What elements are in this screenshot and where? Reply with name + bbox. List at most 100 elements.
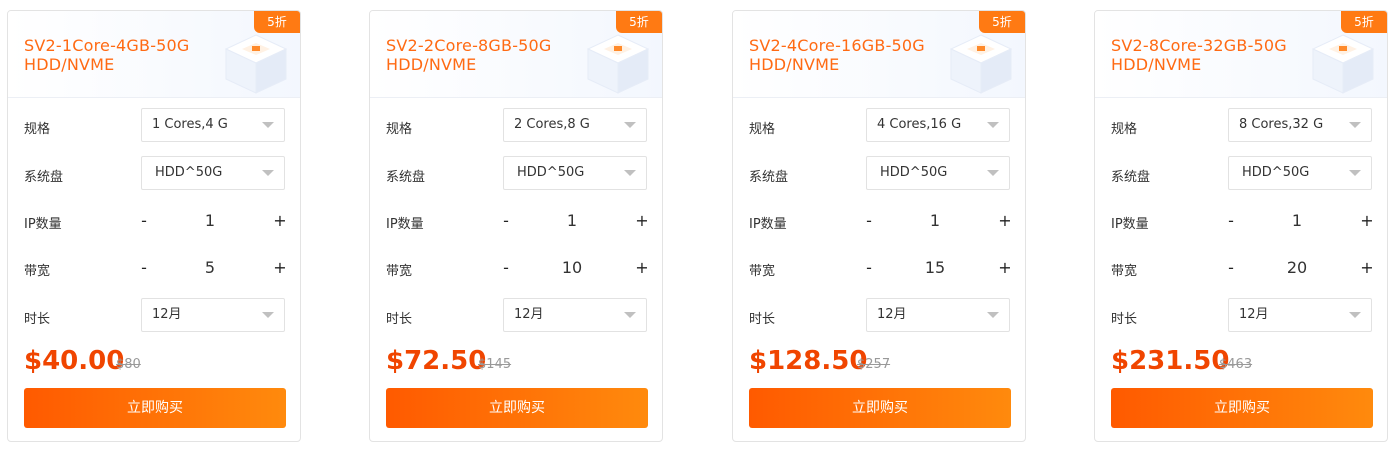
chevron-down-icon — [262, 312, 274, 318]
ip-quantity-value[interactable]: 1 — [180, 211, 240, 231]
bandwidth-increment-button[interactable]: + — [1357, 258, 1377, 278]
card-header: 5折 SV2-1Core-4GB-50G HDD/NVME — [8, 11, 300, 98]
product-title-line2: HDD/NVME — [24, 55, 115, 74]
disk-select[interactable]: HDD^50G — [866, 156, 1010, 190]
ip-increment-button[interactable]: + — [632, 211, 652, 231]
bandwidth-increment-button[interactable]: + — [270, 258, 290, 278]
bandwidth-decrement-button[interactable]: - — [496, 258, 516, 278]
card-header: 5折 SV2-2Core-8GB-50G HDD/NVME — [370, 11, 662, 98]
bandwidth-increment-button[interactable]: + — [995, 258, 1015, 278]
server-illustration-icon — [224, 34, 288, 94]
bandwidth-label: 带宽 — [1111, 264, 1138, 279]
ip-increment-button[interactable]: + — [1357, 211, 1377, 231]
spec-select-value: 2 Cores,8 G — [514, 117, 590, 132]
product-title: SV2-8Core-32GB-50G HDD/NVME — [1111, 36, 1331, 74]
product-title: SV2-2Core-8GB-50G HDD/NVME — [386, 36, 606, 74]
ip-label: IP数量 — [749, 217, 787, 232]
duration-select[interactable]: 12月 — [503, 298, 647, 332]
bandwidth-label: 带宽 — [749, 264, 776, 279]
buy-now-button[interactable]: 立即购买 — [749, 388, 1011, 428]
product-title-line2: HDD/NVME — [749, 55, 840, 74]
duration-select-value: 12月 — [1239, 307, 1269, 322]
spec-label: 规格 — [749, 122, 776, 137]
product-card: 5折 SV2-4Core-16GB-50G HDD/NVME 规格 4 Core… — [732, 10, 1026, 442]
product-title-line1: SV2-8Core-32GB-50G — [1111, 36, 1287, 55]
product-title-line2: HDD/NVME — [1111, 55, 1202, 74]
bandwidth-value[interactable]: 20 — [1267, 258, 1327, 278]
buy-now-button[interactable]: 立即购买 — [24, 388, 286, 428]
ip-quantity-value[interactable]: 1 — [542, 211, 602, 231]
product-card: 5折 SV2-1Core-4GB-50G HDD/NVME 规格 1 Cores… — [7, 10, 301, 442]
product-title-line1: SV2-1Core-4GB-50G — [24, 36, 190, 55]
disk-select[interactable]: HDD^50G — [1228, 156, 1372, 190]
spec-select-value: 8 Cores,32 G — [1239, 117, 1324, 132]
bandwidth-label: 带宽 — [386, 264, 413, 279]
ip-decrement-button[interactable]: - — [496, 211, 516, 231]
ip-increment-button[interactable]: + — [995, 211, 1015, 231]
original-price: $257 — [857, 357, 891, 372]
disk-select-value: HDD^50G — [880, 165, 948, 180]
spec-select[interactable]: 2 Cores,8 G — [503, 108, 647, 142]
duration-select[interactable]: 12月 — [1228, 298, 1372, 332]
buy-now-button[interactable]: 立即购买 — [386, 388, 648, 428]
disk-select-value: HDD^50G — [517, 165, 585, 180]
original-price: $145 — [478, 357, 512, 372]
duration-label: 时长 — [749, 312, 776, 327]
buy-now-button[interactable]: 立即购买 — [1111, 388, 1373, 428]
product-card: 5折 SV2-2Core-8GB-50G HDD/NVME 规格 2 Cores… — [369, 10, 663, 442]
duration-label: 时长 — [1111, 312, 1138, 327]
spec-select-value: 4 Cores,16 G — [877, 117, 962, 132]
bandwidth-value[interactable]: 15 — [905, 258, 965, 278]
current-price: $128.50 — [749, 346, 868, 376]
disk-select-value: HDD^50G — [155, 165, 223, 180]
ip-quantity-value[interactable]: 1 — [905, 211, 965, 231]
card-header: 5折 SV2-8Core-32GB-50G HDD/NVME — [1095, 11, 1387, 98]
disk-select[interactable]: HDD^50G — [503, 156, 647, 190]
disk-label: 系统盘 — [1111, 170, 1151, 185]
bandwidth-value[interactable]: 10 — [542, 258, 602, 278]
ip-increment-button[interactable]: + — [270, 211, 290, 231]
ip-decrement-button[interactable]: - — [134, 211, 154, 231]
product-title-line1: SV2-4Core-16GB-50G — [749, 36, 925, 55]
disk-label: 系统盘 — [386, 170, 426, 185]
chevron-down-icon — [262, 122, 274, 128]
disk-label: 系统盘 — [24, 170, 64, 185]
bandwidth-value[interactable]: 5 — [180, 258, 240, 278]
disk-select-value: HDD^50G — [1242, 165, 1310, 180]
original-price: $80 — [116, 357, 141, 372]
ip-label: IP数量 — [386, 217, 424, 232]
spec-select[interactable]: 4 Cores,16 G — [866, 108, 1010, 142]
spec-select[interactable]: 8 Cores,32 G — [1228, 108, 1372, 142]
spec-select-value: 1 Cores,4 G — [152, 117, 228, 132]
ip-quantity-value[interactable]: 1 — [1267, 211, 1327, 231]
disk-select[interactable]: HDD^50G — [141, 156, 285, 190]
current-price: $72.50 — [386, 346, 487, 376]
product-title-line1: SV2-2Core-8GB-50G — [386, 36, 552, 55]
card-header: 5折 SV2-4Core-16GB-50G HDD/NVME — [733, 11, 1025, 98]
chevron-down-icon — [1349, 312, 1361, 318]
ip-decrement-button[interactable]: - — [1221, 211, 1241, 231]
original-price: $463 — [1219, 357, 1253, 372]
spec-label: 规格 — [386, 122, 413, 137]
chevron-down-icon — [1349, 122, 1361, 128]
product-title-line2: HDD/NVME — [386, 55, 477, 74]
server-illustration-icon — [586, 34, 650, 94]
product-title: SV2-1Core-4GB-50G HDD/NVME — [24, 36, 244, 74]
chevron-down-icon — [987, 312, 999, 318]
bandwidth-label: 带宽 — [24, 264, 51, 279]
bandwidth-decrement-button[interactable]: - — [1221, 258, 1241, 278]
duration-select[interactable]: 12月 — [866, 298, 1010, 332]
chevron-down-icon — [1349, 170, 1361, 176]
duration-select-value: 12月 — [877, 307, 907, 322]
duration-select[interactable]: 12月 — [141, 298, 285, 332]
spec-select[interactable]: 1 Cores,4 G — [141, 108, 285, 142]
ip-decrement-button[interactable]: - — [859, 211, 879, 231]
bandwidth-decrement-button[interactable]: - — [859, 258, 879, 278]
current-price: $40.00 — [24, 346, 125, 376]
bandwidth-increment-button[interactable]: + — [632, 258, 652, 278]
chevron-down-icon — [624, 122, 636, 128]
chevron-down-icon — [262, 170, 274, 176]
disk-label: 系统盘 — [749, 170, 789, 185]
server-illustration-icon — [1311, 34, 1375, 94]
bandwidth-decrement-button[interactable]: - — [134, 258, 154, 278]
